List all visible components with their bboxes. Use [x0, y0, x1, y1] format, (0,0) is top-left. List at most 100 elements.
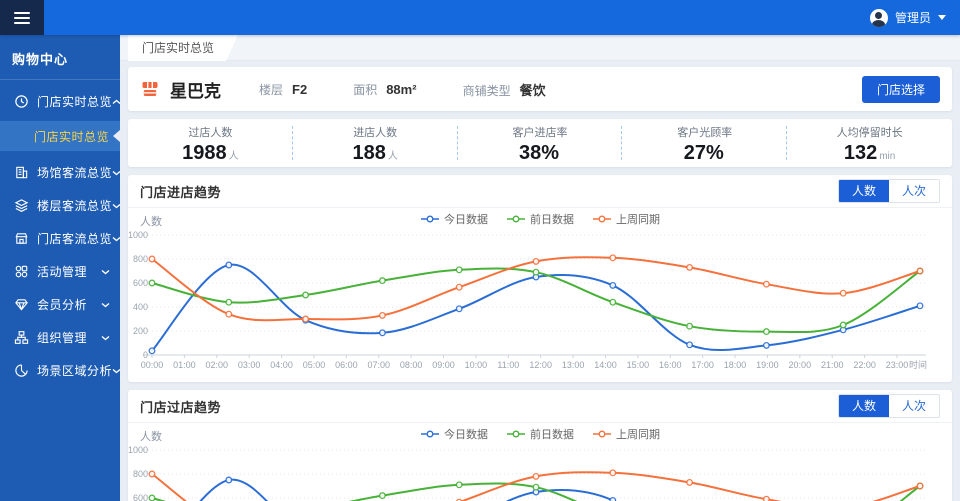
sidebar-subitem-store-realtime-active[interactable]: 门店实时总览: [0, 121, 120, 151]
sidebar-item-scene-area-analysis[interactable]: 场景区域分析: [0, 354, 121, 387]
svg-text:03:00: 03:00: [238, 360, 261, 370]
svg-text:08:00: 08:00: [400, 360, 423, 370]
chevron-down-icon: [938, 15, 946, 20]
legend-item[interactable]: 上周同期: [592, 426, 660, 442]
svg-text:800: 800: [133, 469, 148, 479]
store-select-button[interactable]: 门店选择: [861, 75, 940, 103]
stat-pass-by-count: 过店人数 1988 人: [128, 119, 293, 167]
svg-text:800: 800: [133, 254, 148, 264]
chevron-up-icon: [112, 99, 121, 104]
chart-title: 门店进店趋势: [140, 184, 222, 200]
sidebar-item-label: 会员分析: [37, 298, 88, 312]
unit-toggle: 人数 人次: [837, 178, 940, 204]
y-axis-label: 人数: [140, 216, 162, 228]
store-type: 商铺类型 餐饮: [462, 82, 546, 98]
svg-text:19:00: 19:00: [756, 360, 779, 370]
svg-text:14:00: 14:00: [594, 360, 617, 370]
chevron-down-icon: [112, 203, 121, 208]
svg-text:20:00: 20:00: [789, 360, 812, 370]
svg-text:13:00: 13:00: [562, 360, 585, 370]
sidebar-item-member-analysis[interactable]: 会员分析: [0, 288, 120, 321]
toggle-times-button[interactable]: 人次: [888, 179, 939, 203]
svg-text:22:00: 22:00: [853, 360, 876, 370]
svg-text:时间: 时间: [909, 359, 927, 370]
org-chart-icon: [13, 330, 29, 346]
svg-text:23:00: 23:00: [886, 360, 909, 370]
shop-icon: [142, 82, 158, 96]
chevron-down-icon: [101, 269, 110, 274]
svg-text:400: 400: [133, 302, 148, 312]
hamburger-menu-button[interactable]: [0, 0, 44, 35]
breadcrumb-tab-active[interactable]: 门店实时总览: [128, 35, 238, 61]
legend-line-icon: [593, 430, 611, 437]
legend-line-icon: [421, 215, 439, 222]
kpi-stats-card: 过店人数 1988 人 进店人数 188 人 客户进店率 38% 客户光顾率 27%…: [128, 119, 952, 167]
scene-analysis-icon: [13, 363, 29, 379]
chevron-down-icon: [101, 335, 110, 340]
svg-text:21:00: 21:00: [821, 360, 844, 370]
top-bar: 管理员: [0, 0, 960, 35]
sidebar-item-label: 场景区域分析: [37, 364, 113, 378]
svg-text:12:00: 12:00: [529, 360, 552, 370]
svg-text:04:00: 04:00: [270, 360, 293, 370]
sidebar-item-store-realtime[interactable]: 门店实时总览: [0, 85, 121, 118]
chevron-down-icon: [112, 170, 121, 175]
sidebar-item-label: 楼层客流总览: [37, 199, 113, 213]
store-area: 面积 88m²: [353, 81, 417, 97]
legend-line-icon: [593, 215, 611, 222]
legend-line-icon: [507, 430, 525, 437]
svg-text:15:00: 15:00: [627, 360, 650, 370]
layers-icon: [13, 198, 29, 214]
svg-text:200: 200: [133, 326, 148, 336]
legend-line-icon: [421, 430, 439, 437]
store-name: 星巴克: [170, 81, 221, 101]
svg-text:05:00: 05:00: [303, 360, 326, 370]
main-content: 门店实时总览 星巴克 楼层 F2 面积 88m² 商铺类型 餐饮 门店选择 过店…: [120, 35, 960, 501]
svg-text:1000: 1000: [128, 445, 148, 455]
clock-icon: [13, 94, 29, 110]
sidebar-item-organization-management[interactable]: 组织管理: [0, 321, 120, 354]
user-menu[interactable]: 管理员: [869, 8, 960, 27]
pass-by-trend-chart-card: 门店过店趋势 人数 人次 人数 今日数据前日数据上周同期 02004006008…: [128, 390, 952, 501]
store-info-card: 星巴克 楼层 F2 面积 88m² 商铺类型 餐饮 门店选择: [128, 67, 952, 111]
chart-legend: 今日数据 前日数据 上周同期: [420, 426, 660, 442]
hamburger-icon: [14, 11, 30, 24]
sidebar-subitem-label: 门店实时总览: [34, 129, 110, 144]
chevron-down-icon: [112, 368, 121, 373]
svg-text:06:00: 06:00: [335, 360, 358, 370]
sidebar-item-label: 组织管理: [37, 331, 88, 345]
svg-text:07:00: 07:00: [367, 360, 390, 370]
sidebar-item-activity-management[interactable]: 活动管理: [0, 255, 120, 288]
chart-legend: 今日数据 前日数据 上周同期: [420, 211, 660, 227]
toggle-times-button[interactable]: 人次: [888, 394, 939, 418]
legend-item[interactable]: 今日数据: [420, 426, 488, 442]
sidebar-item-venue-traffic[interactable]: 场馆客流总览: [0, 156, 121, 189]
svg-text:600: 600: [133, 493, 148, 501]
sidebar-item-store-traffic[interactable]: 门店客流总览: [0, 222, 121, 255]
svg-text:18:00: 18:00: [724, 360, 747, 370]
chevron-down-icon: [112, 236, 121, 241]
stat-enter-rate: 客户进店率 38%: [458, 119, 623, 167]
svg-text:10:00: 10:00: [465, 360, 488, 370]
enter-trend-chart-card: 门店进店趋势 人数 人次 人数 今日数据 前日数据 上周同期 0 200 400 600 8…: [128, 175, 952, 382]
user-label: 管理员: [894, 11, 931, 25]
y-axis-label: 人数: [140, 431, 162, 443]
sidebar-item-label: 场馆客流总览: [37, 166, 113, 180]
stat-avg-stay-duration: 人均停留时长 132 min: [836, 126, 903, 164]
svg-text:0: 0: [143, 350, 148, 360]
sidebar-item-label: 门店实时总览: [37, 95, 113, 109]
chevron-down-icon: [101, 302, 110, 307]
legend-item[interactable]: 前日数据: [506, 426, 574, 442]
toggle-persons-button[interactable]: 人数: [838, 179, 889, 203]
svg-text:1000: 1000: [128, 230, 148, 240]
sidebar-item-floor-traffic[interactable]: 楼层客流总览: [0, 189, 121, 222]
building-icon: [13, 165, 29, 181]
sidebar-title: 购物中心: [0, 35, 120, 80]
legend-item[interactable]: 前日数据: [506, 211, 574, 227]
svg-text:01:00: 01:00: [173, 360, 196, 370]
toggle-persons-button[interactable]: 人数: [838, 394, 889, 418]
svg-text:09:00: 09:00: [432, 360, 455, 370]
legend-item[interactable]: 今日数据: [420, 211, 488, 227]
line-chart: 0 200 400 600 800 1000 00:00 01:00 02:00 03:00 04:…: [128, 230, 927, 370]
legend-item[interactable]: 上周同期: [592, 211, 660, 227]
